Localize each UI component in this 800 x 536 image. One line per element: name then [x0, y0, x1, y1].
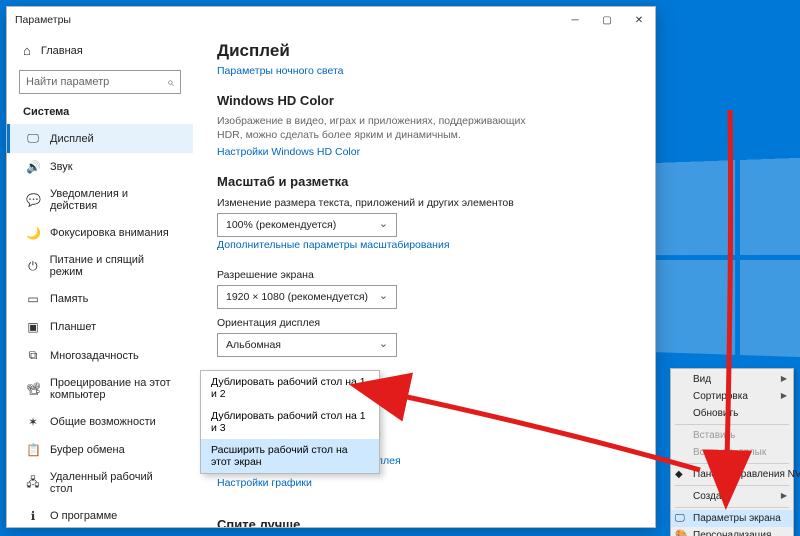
- sidebar-item-9[interactable]: ✶ Общие возможности: [7, 408, 193, 436]
- sidebar-item-11[interactable]: 🖧 Удаленный рабочий стол: [7, 464, 193, 502]
- sidebar-item-7[interactable]: ⧉ Многозадачность: [7, 341, 193, 370]
- context-menu-label: Обновить: [693, 408, 738, 419]
- sidebar-item-5[interactable]: ▭ Память: [7, 285, 193, 313]
- context-menu-item-0[interactable]: Вид ▶: [671, 371, 793, 388]
- search-placeholder: Найти параметр: [26, 76, 109, 88]
- sidebar-item-label: Планшет: [50, 321, 96, 333]
- sidebar-item-8[interactable]: 📽 Проецирование на этот компьютер: [7, 370, 193, 408]
- context-menu-label: Сортировка: [693, 391, 748, 402]
- scale-heading: Масштаб и разметка: [217, 174, 631, 189]
- search-icon: ⌕: [167, 75, 174, 90]
- scale-advanced-link[interactable]: Дополнительные параметры масштабирования: [217, 237, 631, 261]
- page-title: Дисплей: [217, 41, 631, 61]
- sidebar-item-icon: 🖧: [26, 473, 40, 494]
- sidebar-item-0[interactable]: 🖵 Дисплей: [7, 124, 193, 153]
- sidebar-group-title: Система: [7, 102, 193, 124]
- sidebar-item-label: Буфер обмена: [50, 444, 125, 456]
- context-menu-icon: 🎨: [675, 530, 687, 536]
- sidebar-item-icon: ▣: [26, 320, 40, 334]
- sidebar-item-label: Звук: [50, 161, 73, 173]
- orientation-dropdown[interactable]: Альбомная: [217, 333, 397, 357]
- orientation-label: Ориентация дисплея: [217, 317, 631, 329]
- sidebar-item-label: Проецирование на этот компьютер: [50, 377, 177, 401]
- sidebar-item-label: О программе: [50, 510, 117, 522]
- hdcolor-heading: Windows HD Color: [217, 93, 631, 108]
- sidebar-item-icon: 🖵: [26, 131, 40, 146]
- sidebar-item-icon: 📽: [26, 382, 40, 396]
- context-menu-item-4: Вставить: [671, 427, 793, 444]
- context-menu-item-2[interactable]: Обновить: [671, 405, 793, 422]
- home-icon: ⌂: [23, 43, 31, 58]
- sidebar-item-icon: ✶: [26, 415, 40, 429]
- context-menu-label: Параметры экрана: [693, 513, 781, 524]
- sidebar-item-label: Многозадачность: [50, 350, 139, 362]
- context-menu-item-7[interactable]: ◆Панель управления NVIDIA: [671, 466, 793, 483]
- sidebar: ⌂ Главная Найти параметр ⌕ Система 🖵 Дисп…: [7, 33, 193, 527]
- context-menu-item-1[interactable]: Сортировка ▶: [671, 388, 793, 405]
- context-menu-item-11[interactable]: 🖵 Параметры экрана: [671, 510, 793, 527]
- sidebar-item-2[interactable]: 💬 Уведомления и действия: [7, 181, 193, 219]
- home-button[interactable]: ⌂ Главная: [7, 37, 193, 64]
- sidebar-item-icon: ⧉: [26, 348, 40, 363]
- display-mode-option-1[interactable]: Дублировать рабочий стол на 1 и 3: [201, 405, 379, 439]
- hdcolor-desc: Изображение в видео, играх и приложениях…: [217, 114, 537, 142]
- desktop-windows-logo: [645, 156, 800, 363]
- context-menu-label: Панель управления NVIDIA: [693, 469, 800, 480]
- context-menu-icon: 🖵: [675, 513, 687, 525]
- context-menu-label: Персонализация: [693, 530, 771, 536]
- context-menu-label: Вставить: [693, 430, 735, 441]
- sidebar-item-icon: 📋: [26, 443, 40, 457]
- minimize-button[interactable]: ─: [559, 7, 591, 33]
- maximize-button[interactable]: ▢: [591, 7, 623, 33]
- sidebar-item-12[interactable]: ℹ О программе: [7, 502, 193, 527]
- sidebar-item-6[interactable]: ▣ Планшет: [7, 313, 193, 341]
- sidebar-item-4[interactable]: ⏻ Питание и спящий режим: [7, 247, 193, 285]
- sidebar-item-icon: 🌙: [26, 226, 40, 240]
- sidebar-item-icon: ▭: [26, 292, 40, 306]
- sidebar-nav: 🖵 Дисплей 🔊 Звук 💬 Уведомления и действия 🌙 Фок…: [7, 124, 193, 527]
- multi-display-mode-popup: Дублировать рабочий стол на 1 и 2Дублиро…: [200, 370, 380, 474]
- submenu-arrow-icon: ▶: [781, 391, 787, 400]
- display-mode-option-2[interactable]: Расширить рабочий стол на этот экран: [201, 439, 379, 473]
- context-menu-item-9[interactable]: Создать ▶: [671, 488, 793, 505]
- sidebar-item-10[interactable]: 📋 Буфер обмена: [7, 436, 193, 464]
- sidebar-item-label: Питание и спящий режим: [50, 254, 177, 278]
- window-title: Параметры: [15, 14, 71, 26]
- sidebar-item-icon: ⏻: [26, 259, 40, 274]
- window-titlebar: Параметры ─ ▢ ✕: [7, 7, 655, 33]
- sidebar-item-label: Общие возможности: [50, 416, 156, 428]
- sidebar-item-label: Уведомления и действия: [50, 188, 177, 212]
- display-mode-option-0[interactable]: Дублировать рабочий стол на 1 и 2: [201, 371, 379, 405]
- night-light-link[interactable]: Параметры ночного света: [217, 63, 631, 87]
- context-menu-icon: ◆: [675, 469, 687, 481]
- sidebar-item-label: Память: [50, 293, 88, 305]
- scale-label: Изменение размера текста, приложений и д…: [217, 197, 631, 209]
- resolution-dropdown[interactable]: 1920 × 1080 (рекомендуется): [217, 285, 397, 309]
- close-button[interactable]: ✕: [623, 7, 655, 33]
- scale-dropdown[interactable]: 100% (рекомендуется): [217, 213, 397, 237]
- sidebar-item-label: Дисплей: [50, 133, 94, 145]
- sidebar-item-icon: 💬: [26, 193, 40, 207]
- context-menu-label: Вставить ярлык: [693, 447, 766, 458]
- sidebar-item-1[interactable]: 🔊 Звук: [7, 153, 193, 181]
- context-menu-item-12[interactable]: 🎨 Персонализация: [671, 527, 793, 536]
- submenu-arrow-icon: ▶: [781, 491, 787, 500]
- resolution-label: Разрешение экрана: [217, 269, 631, 281]
- home-label: Главная: [41, 45, 83, 57]
- context-menu-label: Создать: [693, 491, 731, 502]
- sidebar-item-label: Удаленный рабочий стол: [50, 471, 177, 495]
- context-menu-label: Вид: [693, 374, 711, 385]
- sidebar-item-icon: 🔊: [26, 160, 40, 174]
- sidebar-item-3[interactable]: 🌙 Фокусировка внимания: [7, 219, 193, 247]
- sleep-heading: Спите лучше: [217, 517, 631, 527]
- desktop-context-menu: Вид ▶ Сортировка ▶ Обновить Вставить Вставить …: [670, 368, 794, 536]
- hdcolor-link[interactable]: Настройки Windows HD Color: [217, 144, 631, 168]
- search-input[interactable]: Найти параметр ⌕: [19, 70, 181, 94]
- sidebar-item-label: Фокусировка внимания: [50, 227, 169, 239]
- context-menu-item-5: Вставить ярлык: [671, 444, 793, 461]
- sidebar-item-icon: ℹ: [26, 509, 40, 523]
- submenu-arrow-icon: ▶: [781, 374, 787, 383]
- graphics-settings-link[interactable]: Настройки графики: [217, 477, 631, 499]
